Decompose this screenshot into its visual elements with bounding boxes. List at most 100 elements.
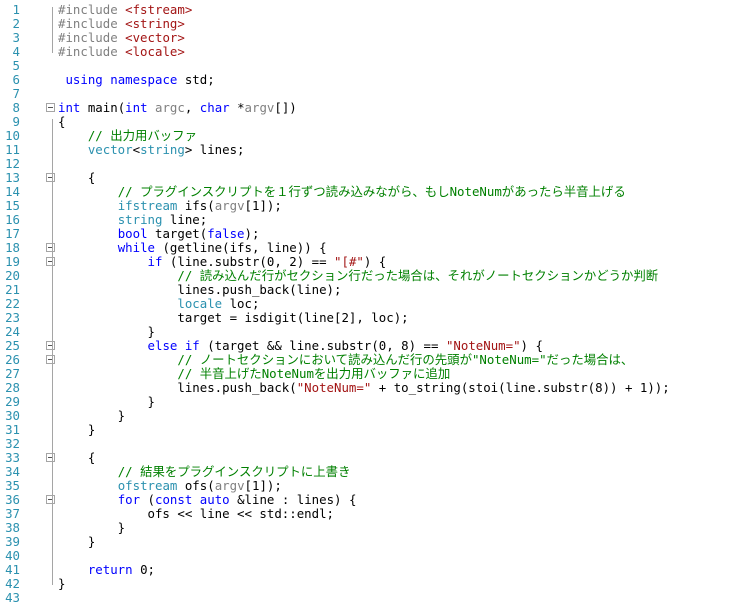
collapse-icon[interactable] (46, 257, 55, 266)
code-line[interactable]: 9{ (0, 115, 734, 129)
code-line[interactable]: 41 return 0; (0, 563, 734, 577)
collapse-icon[interactable] (46, 495, 55, 504)
line-number: 17 (5, 226, 20, 241)
line-number: 5 (12, 58, 20, 73)
code-line[interactable]: 37 ofs << line << std::endl; (0, 507, 734, 521)
code-token: else if (147, 338, 200, 353)
code-text: bool target(false); (58, 226, 260, 241)
code-line[interactable]: 35 ofstream ofs(argv[1]); (0, 479, 734, 493)
code-text: else if (target && line.substr(0, 8) == … (58, 339, 543, 353)
code-line[interactable]: 20 // 読み込んだ行がセクション行だった場合は、それがノートセクションかどう… (0, 269, 734, 283)
code-line[interactable]: 32 (0, 437, 734, 451)
collapse-icon[interactable] (46, 341, 55, 350)
code-line[interactable]: 15 ifstream ifs(argv[1]); (0, 199, 734, 213)
code-line[interactable]: 2 #include <string> (0, 17, 734, 31)
code-token: (getline(ifs, line)) { (155, 240, 327, 255)
line-number: 1 (12, 2, 20, 17)
code-line[interactable]: 22 locale loc; (0, 297, 734, 311)
code-token: ); (244, 226, 260, 241)
code-token: } (58, 422, 96, 437)
code-text: lines.push_back(line); (58, 283, 341, 297)
line-number: 27 (5, 366, 20, 381)
code-line[interactable]: 4 #include <locale> (0, 45, 734, 59)
code-token: []) (274, 100, 297, 115)
code-text: ofstream ofs(argv[1]); (58, 479, 282, 493)
code-line[interactable]: 8 int main(int argc, char *argv[]) (0, 101, 734, 115)
code-line[interactable]: 16 string line; (0, 213, 734, 227)
outline-guide (52, 119, 53, 585)
code-text: return 0; (58, 563, 155, 577)
collapse-icon[interactable] (46, 243, 55, 252)
collapse-icon[interactable] (46, 103, 55, 112)
code-token: bool (117, 226, 148, 241)
line-number: 38 (5, 520, 20, 535)
code-line[interactable]: 19 if (line.substr(0, 2) == "[#") { (0, 255, 734, 269)
line-number: 13 (5, 170, 20, 185)
code-line[interactable]: 13 { (0, 171, 734, 185)
code-token: * (229, 100, 245, 115)
code-line[interactable]: 6 using namespace std; (0, 73, 734, 87)
code-line[interactable]: 39 } (0, 535, 734, 549)
line-number: 20 (5, 268, 20, 283)
code-token: false (207, 226, 245, 241)
code-token: ) { (520, 338, 543, 353)
code-line[interactable]: 27 // 半音上げたNoteNumを出力用バッファに追加 (0, 367, 734, 381)
collapse-icon[interactable] (46, 355, 55, 364)
code-token: char (199, 100, 230, 115)
collapse-icon[interactable] (46, 453, 55, 462)
code-line[interactable]: 26 // ノートセクションにおいて読み込んだ行の先頭が"NoteNum="だっ… (0, 353, 734, 367)
code-line[interactable]: 28 lines.push_back("NoteNum=" + to_strin… (0, 381, 734, 395)
code-line[interactable]: 5 (0, 59, 734, 73)
line-number: 10 (5, 128, 20, 143)
code-token: argv (214, 198, 245, 213)
code-token: } (58, 520, 126, 535)
code-line[interactable]: 21 lines.push_back(line); (0, 283, 734, 297)
collapse-icon[interactable] (46, 173, 55, 182)
code-line[interactable]: 23 target = isdigit(line[2], loc); (0, 311, 734, 325)
code-line[interactable]: 42} (0, 577, 734, 591)
code-text: vector<string> lines; (58, 143, 245, 157)
code-line[interactable]: 34 // 結果をプラグインスクリプトに上書き (0, 465, 734, 479)
code-token: // ノートセクションにおいて読み込んだ行の先頭が"NoteNum="だった場合… (177, 352, 634, 367)
code-line[interactable]: 30 } (0, 409, 734, 423)
code-token: #include (58, 30, 126, 45)
code-line[interactable]: 38 } (0, 521, 734, 535)
code-line[interactable]: 40 (0, 549, 734, 563)
code-line[interactable]: 17 bool target(false); (0, 227, 734, 241)
code-token: vector (87, 142, 133, 157)
code-text: { (58, 451, 95, 465)
code-line[interactable]: 10 // 出力用バッファ (0, 129, 734, 143)
outline-guide (52, 7, 53, 53)
line-number: 3 (12, 30, 20, 45)
code-token: using (65, 72, 103, 87)
code-line[interactable]: 18 while (getline(ifs, line)) { (0, 241, 734, 255)
code-line[interactable]: 31 } (0, 423, 734, 437)
code-editor[interactable]: 1 #include <fstream> 2 #include <string> 3 #i… (0, 0, 734, 605)
code-token: line; (162, 212, 208, 227)
code-line[interactable]: 14 // プラグインスクリプトを１行ずつ読み込みながら、もしNoteNumがあ… (0, 185, 734, 199)
code-line[interactable]: 3 #include <vector> (0, 31, 734, 45)
code-text: } (58, 535, 95, 549)
line-number: 23 (5, 310, 20, 325)
code-line[interactable]: 12 (0, 157, 734, 171)
code-token: <string> (125, 16, 185, 31)
line-number: 21 (5, 282, 20, 297)
code-line[interactable]: 29 } (0, 395, 734, 409)
code-token: ofs( (177, 478, 215, 493)
code-text: for (const auto &line : lines) { (58, 493, 357, 507)
code-token: <fstream> (125, 2, 193, 17)
code-line[interactable]: 25 else if (target && line.substr(0, 8) … (0, 339, 734, 353)
code-line[interactable]: 24 } (0, 325, 734, 339)
code-line[interactable]: 1 #include <fstream> (0, 3, 734, 17)
code-line[interactable]: 36 for (const auto &line : lines) { (0, 493, 734, 507)
code-line[interactable]: 33 { (0, 451, 734, 465)
code-line[interactable]: 43 (0, 591, 734, 605)
code-token: lines.push_back(line); (58, 282, 342, 297)
code-line[interactable]: 11 vector<string> lines; (0, 143, 734, 157)
code-line[interactable]: 7 (0, 87, 734, 101)
